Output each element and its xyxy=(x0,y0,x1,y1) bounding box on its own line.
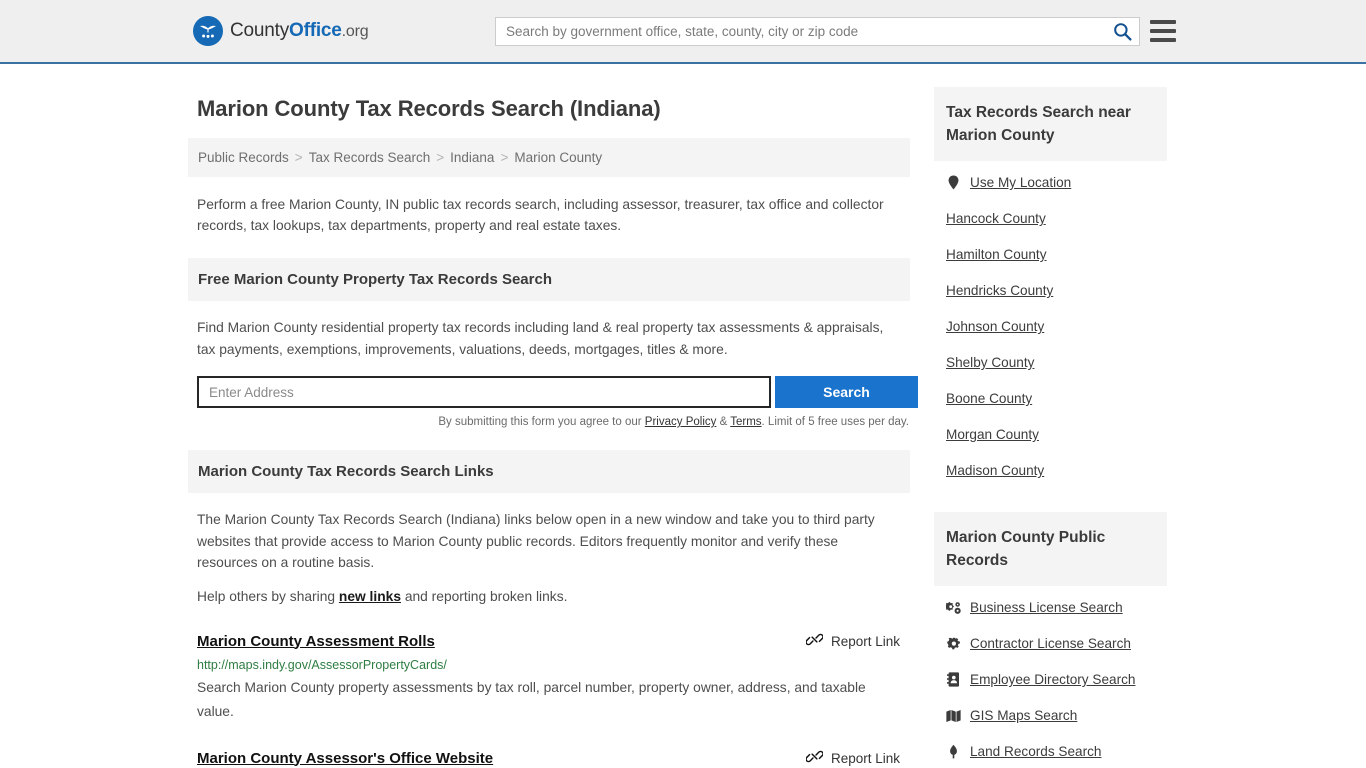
report-link-button[interactable]: Report Link xyxy=(805,748,900,768)
breadcrumb-item-tax-records-search[interactable]: Tax Records Search xyxy=(309,150,431,165)
help-share-prefix: Help others by sharing xyxy=(197,588,339,604)
sidebar-nearby-list: Use My Location Hancock County Hamilton … xyxy=(934,161,1167,478)
sidebar-item-johnson-county[interactable]: Johnson County xyxy=(946,319,1155,334)
help-share-suffix: and reporting broken links. xyxy=(401,588,568,604)
sidebar-public-records-link[interactable]: Business License Search xyxy=(970,600,1123,615)
site-logo-text: CountyOffice.org xyxy=(230,20,369,42)
global-search-input[interactable] xyxy=(496,24,1105,39)
result-header: Marion County Assessor's Office Website … xyxy=(197,748,900,768)
property-search-description-wrap: Find Marion County residential property … xyxy=(188,301,910,360)
search-links-body: The Marion County Tax Records Search (In… xyxy=(188,493,910,607)
hamburger-bar xyxy=(1150,20,1176,24)
sidebar-item-shelby-county[interactable]: Shelby County xyxy=(946,355,1155,370)
logo-text-office: Office xyxy=(289,20,342,41)
sidebar-nearby-link[interactable]: Shelby County xyxy=(946,355,1034,370)
page-body: Marion County Tax Records Search (Indian… xyxy=(0,64,1366,768)
sidebar-item-business-license-search[interactable]: Business License Search xyxy=(946,600,1155,615)
breadcrumb-separator: > xyxy=(294,150,303,165)
new-links-link[interactable]: new links xyxy=(339,589,401,604)
eagle-shield-logo-icon xyxy=(193,16,223,46)
sidebar-item-hancock-county[interactable]: Hancock County xyxy=(946,211,1155,226)
sidebar-item-hamilton-county[interactable]: Hamilton County xyxy=(946,247,1155,262)
land-icon xyxy=(946,744,961,759)
broken-link-icon xyxy=(805,748,824,768)
form-disclaimer: By submitting this form you agree to our… xyxy=(188,416,909,428)
site-logo[interactable]: CountyOffice.org xyxy=(193,16,369,46)
hamburger-bar xyxy=(1150,29,1176,33)
site-header: CountyOffice.org xyxy=(0,0,1366,64)
sidebar-nearby-link[interactable]: Madison County xyxy=(946,463,1044,478)
sidebar: Tax Records Search near Marion County Us… xyxy=(934,84,1167,768)
breadcrumb: Public Records > Tax Records Search > Indian… xyxy=(188,138,910,177)
sidebar-nearby-link[interactable]: Hancock County xyxy=(946,211,1046,226)
sidebar-item-hendricks-county[interactable]: Hendricks County xyxy=(946,283,1155,298)
address-input[interactable] xyxy=(197,376,771,408)
breadcrumb-item-marion-county[interactable]: Marion County xyxy=(514,150,602,165)
property-search-description: Find Marion County residential property … xyxy=(197,320,884,357)
address-search-form: Search xyxy=(197,376,918,408)
terms-link[interactable]: Terms xyxy=(730,416,761,428)
sidebar-public-records-heading: Marion County Public Records xyxy=(934,512,1167,586)
sidebar-item-use-my-location[interactable]: Use My Location xyxy=(946,175,1155,190)
address-book-icon xyxy=(946,672,961,687)
sidebar-public-records-list: Business License Search Contractor Licen… xyxy=(934,586,1167,759)
property-search-heading: Free Marion County Property Tax Records … xyxy=(188,258,910,301)
logo-text-org: .org xyxy=(341,23,369,40)
broken-link-icon xyxy=(805,631,824,651)
result-title-link[interactable]: Marion County Assessor's Office Website xyxy=(197,750,493,767)
result-item: Marion County Assessor's Office Website … xyxy=(188,748,910,768)
hamburger-bar xyxy=(1150,38,1176,42)
report-link-button[interactable]: Report Link xyxy=(805,631,900,651)
sidebar-item-land-records-search[interactable]: Land Records Search xyxy=(946,744,1155,759)
search-links-paragraph: The Marion County Tax Records Search (In… xyxy=(197,512,875,570)
sidebar-item-madison-county[interactable]: Madison County xyxy=(946,463,1155,478)
logo-text-county: County xyxy=(230,20,290,41)
report-link-label: Report Link xyxy=(830,750,900,766)
sidebar-item-employee-directory-search[interactable]: Employee Directory Search xyxy=(946,672,1155,687)
breadcrumb-item-public-records[interactable]: Public Records xyxy=(198,150,289,165)
result-item: Marion County Assessment Rolls Report Li… xyxy=(188,631,910,724)
intro-paragraph: Perform a free Marion County, IN public … xyxy=(197,197,884,233)
result-title-link[interactable]: Marion County Assessment Rolls xyxy=(197,633,435,650)
sidebar-nearby-link[interactable]: Johnson County xyxy=(946,319,1044,334)
help-share-paragraph: Help others by sharing new links and rep… xyxy=(197,586,900,608)
sidebar-nearby-link[interactable]: Boone County xyxy=(946,391,1032,406)
breadcrumb-separator: > xyxy=(436,150,445,165)
sidebar-item-morgan-county[interactable]: Morgan County xyxy=(946,427,1155,442)
form-disclaimer-prefix: By submitting this form you agree to our xyxy=(438,416,645,428)
sidebar-public-records-link[interactable]: Land Records Search xyxy=(970,744,1101,759)
result-description: Search Marion County property assessment… xyxy=(197,680,866,719)
global-search-bar[interactable] xyxy=(495,17,1140,46)
sidebar-item-contractor-license-search[interactable]: Contractor License Search xyxy=(946,636,1155,651)
search-links-heading: Marion County Tax Records Search Links xyxy=(188,450,910,493)
sidebar-nearby-heading: Tax Records Search near Marion County xyxy=(934,87,1167,161)
sidebar-nearby-link[interactable]: Hendricks County xyxy=(946,283,1053,298)
sidebar-nearby-link[interactable]: Use My Location xyxy=(970,175,1071,190)
sidebar-nearby-link[interactable]: Hamilton County xyxy=(946,247,1047,262)
cog-icon xyxy=(946,637,961,651)
report-link-label: Report Link xyxy=(830,633,900,649)
sidebar-nearby-link[interactable]: Morgan County xyxy=(946,427,1039,442)
result-header: Marion County Assessment Rolls Report Li… xyxy=(197,631,900,651)
result-url: http://maps.indy.gov/AssessorPropertyCar… xyxy=(197,658,447,672)
search-icon[interactable] xyxy=(1105,18,1139,45)
hamburger-menu-icon[interactable] xyxy=(1150,20,1176,42)
sidebar-public-records-link[interactable]: Employee Directory Search xyxy=(970,672,1135,687)
main-content: Marion County Tax Records Search (Indian… xyxy=(188,84,918,768)
address-search-button[interactable]: Search xyxy=(775,376,918,408)
form-disclaimer-suffix: . Limit of 5 free uses per day. xyxy=(761,416,909,428)
form-disclaimer-amp: & xyxy=(716,416,731,428)
cogs-icon xyxy=(946,601,961,615)
map-pin-icon xyxy=(946,175,961,190)
sidebar-item-boone-county[interactable]: Boone County xyxy=(946,391,1155,406)
sidebar-public-records-link[interactable]: GIS Maps Search xyxy=(970,708,1077,723)
breadcrumb-item-indiana[interactable]: Indiana xyxy=(450,150,494,165)
breadcrumb-separator: > xyxy=(500,150,509,165)
page-title: Marion County Tax Records Search (Indian… xyxy=(197,96,661,121)
sidebar-item-gis-maps-search[interactable]: GIS Maps Search xyxy=(946,708,1155,723)
sidebar-public-records-link[interactable]: Contractor License Search xyxy=(970,636,1131,651)
map-icon xyxy=(946,709,961,723)
privacy-policy-link[interactable]: Privacy Policy xyxy=(645,416,717,428)
